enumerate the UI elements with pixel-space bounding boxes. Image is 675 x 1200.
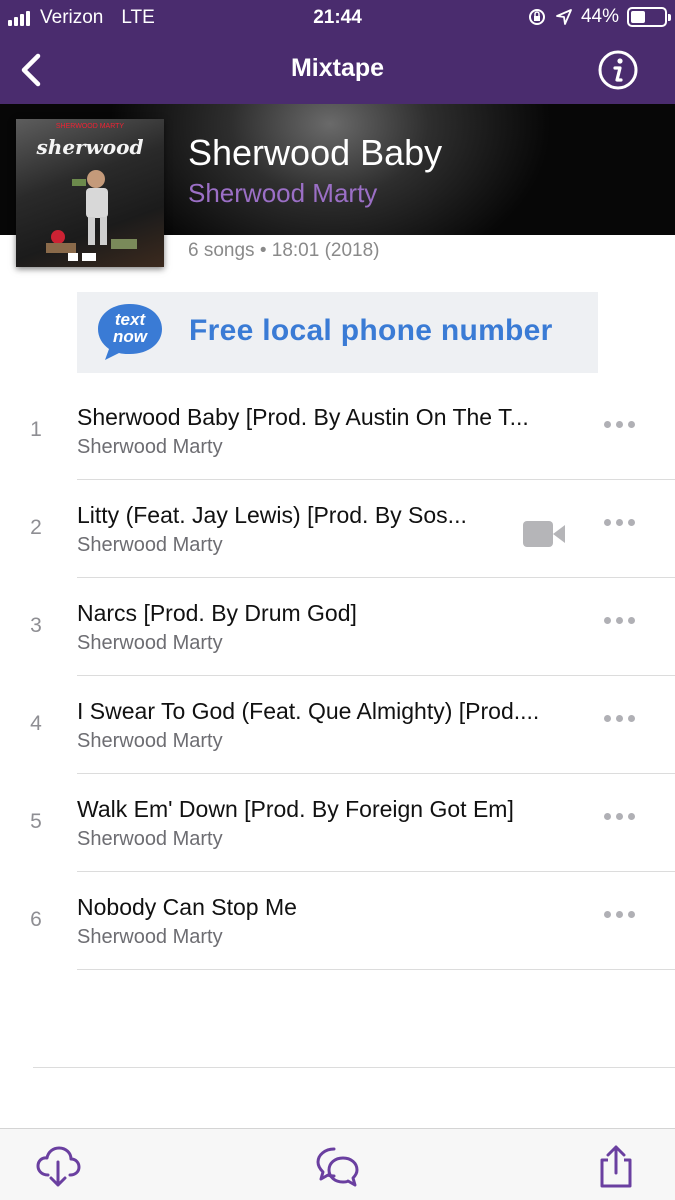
status-right: 44%	[527, 6, 671, 28]
album-artist-link[interactable]: Sherwood Marty	[188, 178, 377, 209]
track-title: Litty (Feat. Jay Lewis) [Prod. By Sos...	[77, 502, 467, 528]
track-number: 4	[30, 712, 42, 735]
track-number: 1	[30, 418, 42, 441]
video-icon[interactable]	[522, 520, 566, 548]
track-artist: Sherwood Marty	[77, 730, 223, 752]
track-row[interactable]: 1 Sherwood Baby [Prod. By Austin On The …	[0, 382, 675, 480]
status-bar: Verizon LTE 21:44 44%	[0, 0, 675, 36]
more-options-button[interactable]	[604, 519, 635, 526]
track-title: I Swear To God (Feat. Que Almighty) [Pro…	[77, 698, 540, 724]
info-button[interactable]	[597, 49, 639, 91]
track-title: Narcs [Prod. By Drum God]	[77, 600, 357, 626]
track-artist: Sherwood Marty	[77, 436, 223, 458]
page-title: Mixtape	[290, 54, 385, 82]
ad-banner[interactable]: text now Free local phone number	[77, 292, 598, 373]
track-artist: Sherwood Marty	[77, 926, 223, 948]
more-options-button[interactable]	[604, 813, 635, 820]
share-icon[interactable]	[593, 1143, 639, 1189]
nav-bar: Mixtape	[0, 36, 675, 104]
battery-icon	[627, 7, 671, 27]
track-row[interactable]: 5 Walk Em' Down [Prod. By Foreign Got Em…	[0, 774, 675, 872]
row-divider	[77, 969, 675, 970]
list-end-divider	[33, 1067, 675, 1068]
track-title: Walk Em' Down [Prod. By Foreign Got Em]	[77, 796, 514, 822]
track-row[interactable]: 4 I Swear To God (Feat. Que Almighty) [P…	[0, 676, 675, 774]
more-options-button[interactable]	[604, 617, 635, 624]
track-number: 2	[30, 516, 42, 539]
track-number: 3	[30, 614, 42, 637]
location-icon	[556, 9, 572, 25]
album-cover[interactable]: SHERWOOD MARTY sherwood	[16, 119, 164, 267]
more-options-button[interactable]	[604, 911, 635, 918]
track-artist: Sherwood Marty	[77, 828, 223, 850]
orientation-lock-icon	[528, 9, 545, 25]
track-number: 5	[30, 810, 42, 833]
album-title: Sherwood Baby	[188, 132, 443, 173]
battery-percent: 44%	[580, 6, 619, 27]
cover-figure-icon	[46, 170, 137, 261]
track-row[interactable]: 3 Narcs [Prod. By Drum God] Sherwood Mar…	[0, 578, 675, 676]
track-artist: Sherwood Marty	[77, 632, 223, 654]
track-row[interactable]: 2 Litty (Feat. Jay Lewis) [Prod. By Sos.…	[0, 480, 675, 578]
more-options-button[interactable]	[604, 421, 635, 428]
track-row[interactable]: 6 Nobody Can Stop Me Sherwood Marty	[0, 872, 675, 970]
svg-text:now: now	[113, 327, 149, 346]
battery-fill	[631, 11, 645, 23]
cloud-download-icon[interactable]	[35, 1143, 81, 1189]
album-meta: 6 songs • 18:01 (2018)	[188, 240, 380, 261]
track-title: Sherwood Baby [Prod. By Austin On The T.…	[77, 404, 529, 430]
track-title: Nobody Can Stop Me	[77, 894, 297, 920]
textnow-logo: text now	[98, 304, 162, 360]
ad-text: Free local phone number	[189, 314, 553, 347]
track-artist: Sherwood Marty	[77, 534, 223, 556]
bottom-toolbar	[0, 1128, 675, 1200]
info-icon	[598, 50, 638, 90]
comments-icon[interactable]	[314, 1143, 360, 1189]
track-number: 6	[30, 908, 42, 931]
more-options-button[interactable]	[604, 715, 635, 722]
